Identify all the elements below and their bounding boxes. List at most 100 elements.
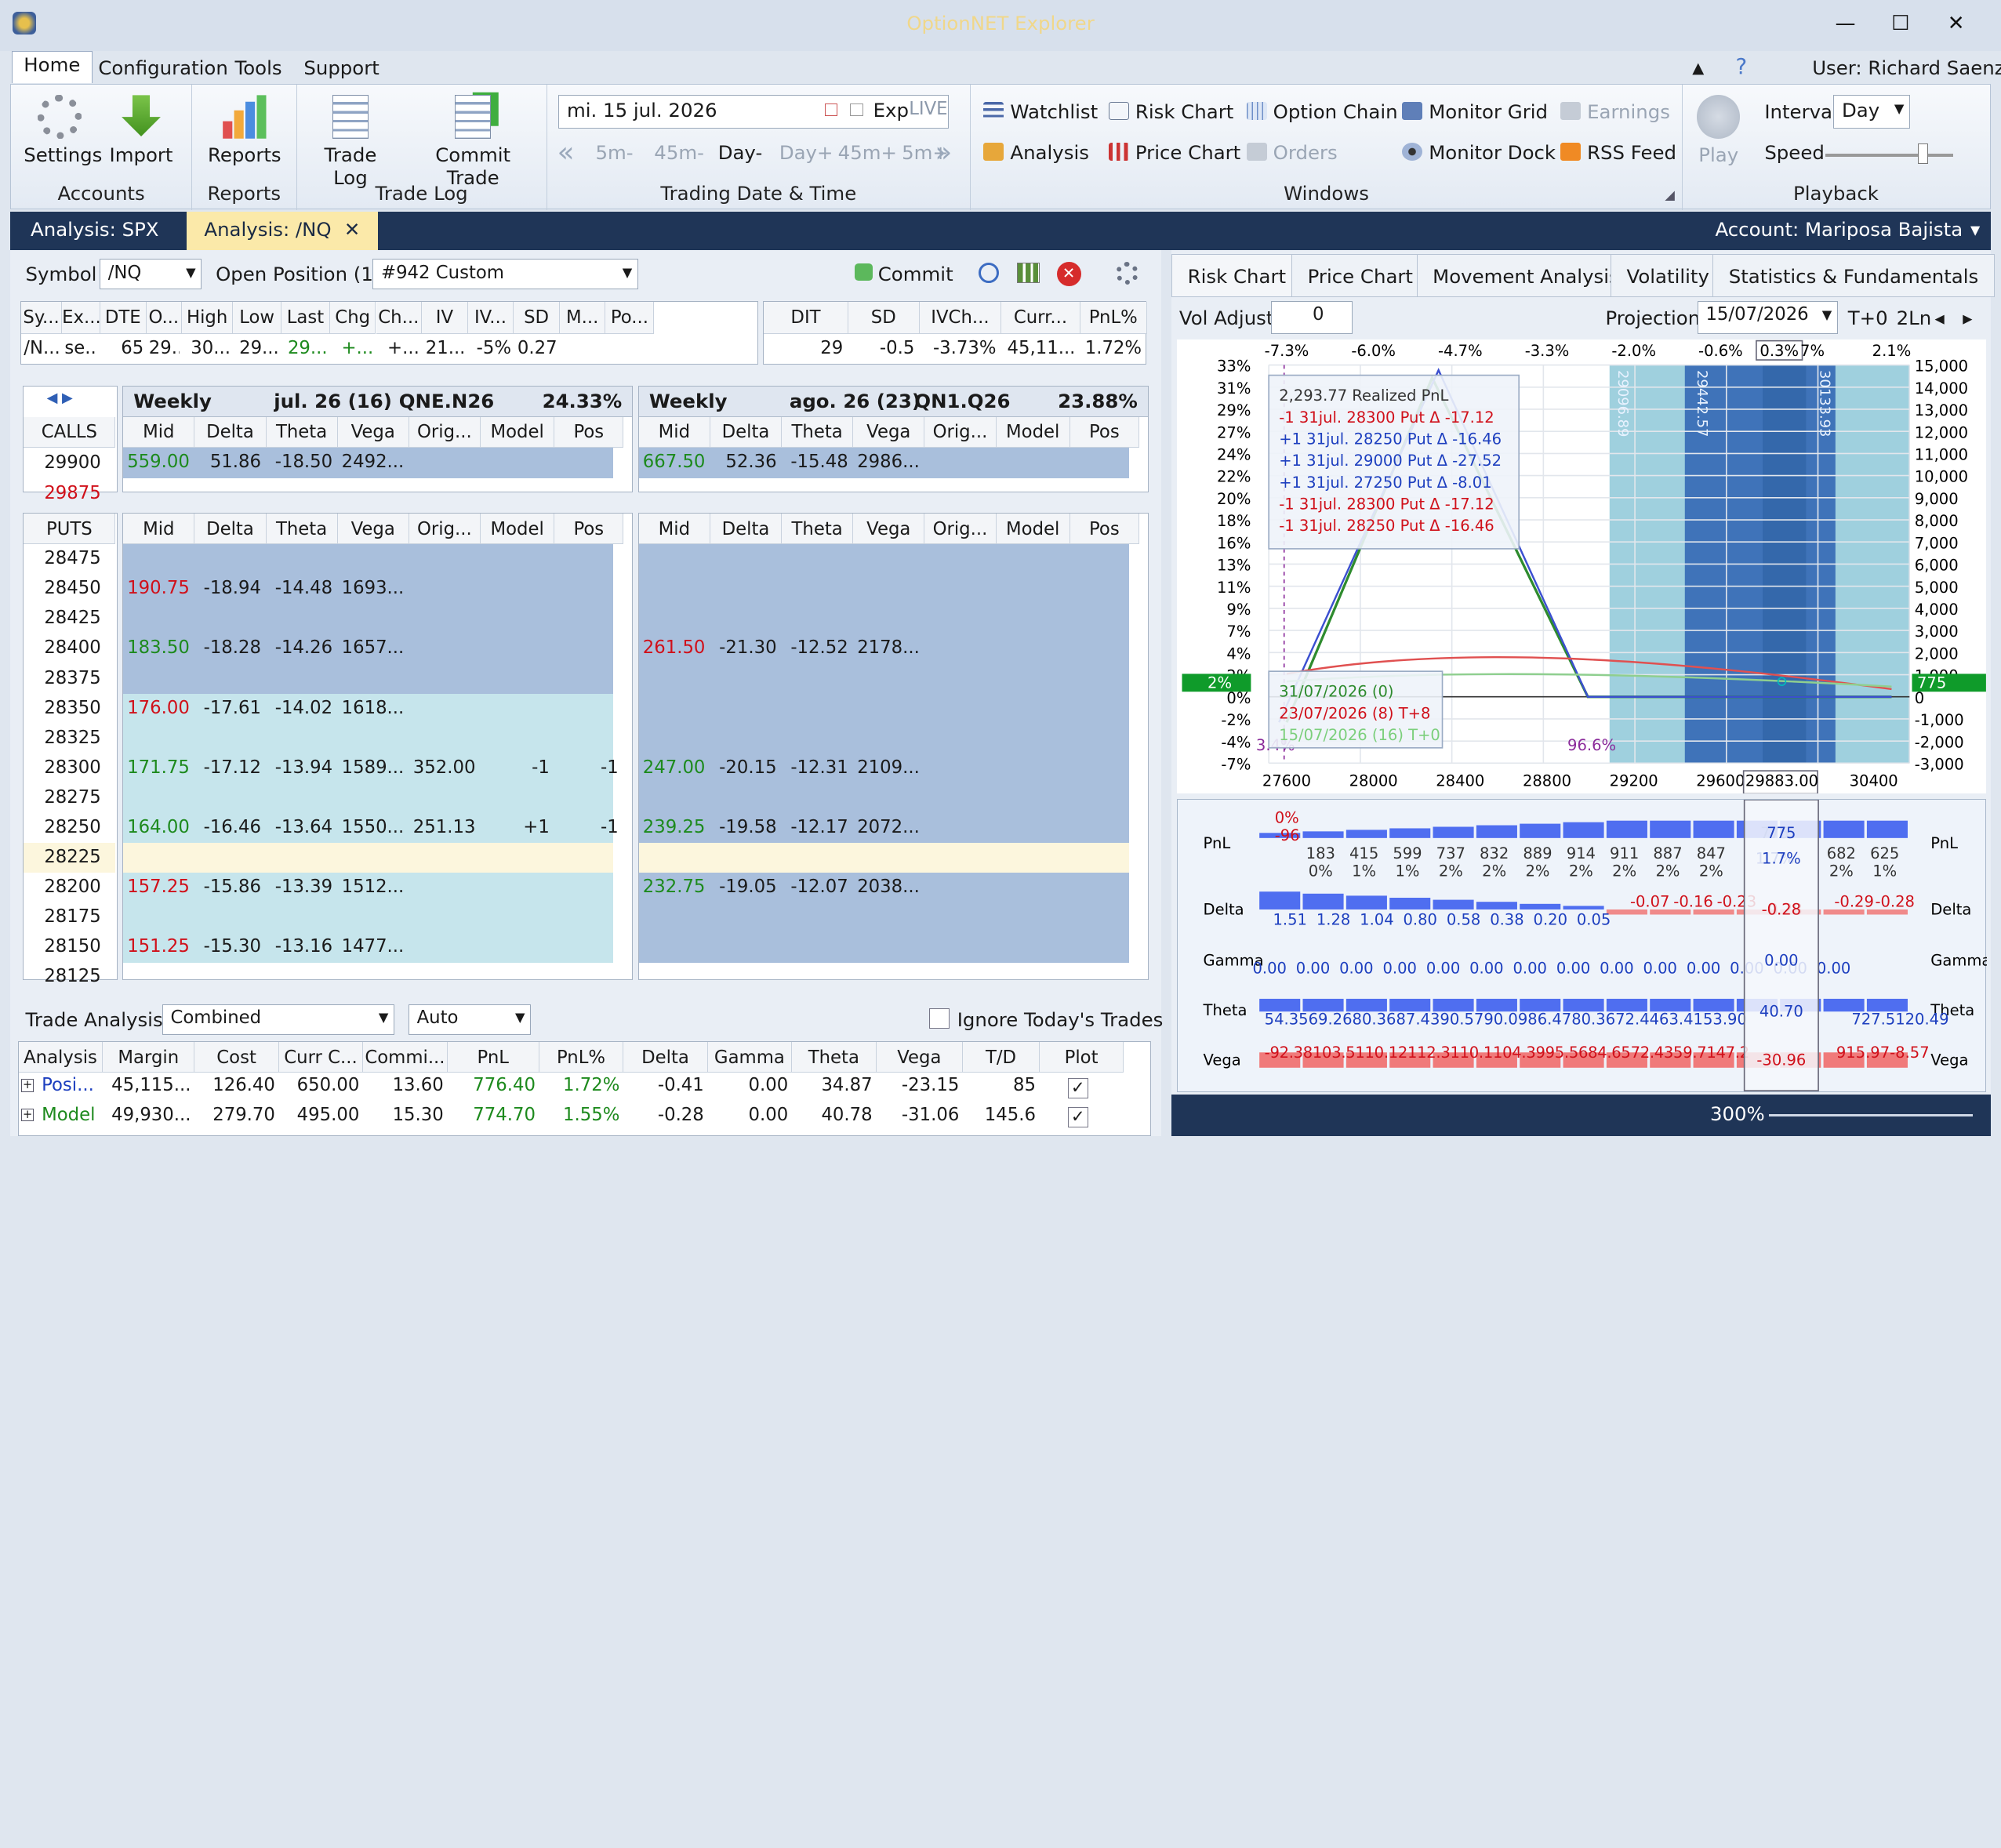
position-col-header[interactable]: PnL%	[1080, 302, 1147, 334]
strike-cell[interactable]: 28375	[44, 668, 100, 688]
trading-date-field[interactable]: mi. 15 jul. 2026 Exp LIVE	[558, 95, 950, 129]
option-row[interactable]	[638, 544, 1129, 575]
commit-trade-button[interactable]: Commit Trade	[407, 95, 539, 189]
strike-cell[interactable]: 28250	[44, 817, 100, 837]
quote-col-header[interactable]: M...	[559, 302, 606, 334]
step-back-icon[interactable]: «	[557, 136, 575, 169]
trade-analysis-col-header[interactable]: PnL	[447, 1042, 539, 1073]
menu-configuration[interactable]: Configuration	[98, 56, 228, 79]
settings-button[interactable]: Settings	[24, 95, 102, 166]
strike-cell[interactable]: 28300	[44, 757, 100, 778]
trade-log-button[interactable]: Trade Log	[304, 95, 396, 189]
position-col-header[interactable]: SD	[848, 302, 920, 334]
trade-analysis-col-header[interactable]: Margin	[103, 1042, 195, 1073]
option-row[interactable]	[123, 783, 614, 814]
tab-movement-analysis[interactable]: Movement Analysis	[1416, 253, 1636, 298]
step-forward-icon[interactable]: »	[935, 136, 952, 169]
option-col-header[interactable]: Pos	[554, 416, 624, 448]
ignore-trades-checkbox[interactable]	[928, 1008, 950, 1029]
tab-price-chart[interactable]: Price Chart	[1291, 253, 1429, 298]
strike-cell[interactable]: 28350	[44, 698, 100, 718]
auto-select[interactable]: Auto ▼	[408, 1004, 532, 1035]
option-col-header[interactable]: Mid	[638, 514, 710, 545]
close-window-button[interactable]: ✕	[1948, 12, 1965, 35]
option-col-header[interactable]: Pos	[1070, 416, 1139, 448]
quote-col-header[interactable]: High	[182, 302, 234, 334]
option-row[interactable]	[123, 604, 614, 634]
trade-analysis-col-header[interactable]: Analysis	[18, 1042, 104, 1073]
quote-col-header[interactable]: O...	[146, 302, 183, 334]
plot-checkbox[interactable]: ✓	[1067, 1077, 1088, 1098]
import-button[interactable]: Import	[108, 95, 175, 166]
plot-checkbox[interactable]: ✓	[1067, 1107, 1088, 1128]
option-col-header[interactable]: Delta	[710, 416, 783, 448]
price-chart-button[interactable]: Price Chart	[1108, 141, 1240, 164]
quote-col-header[interactable]: Sy...	[21, 302, 63, 334]
strike-cell[interactable]: 28200	[44, 877, 100, 897]
quote-col-header[interactable]: Low	[233, 302, 282, 334]
menu-support[interactable]: Support	[303, 56, 379, 79]
option-col-header[interactable]: Vega	[853, 416, 925, 448]
strike-cell[interactable]: 28175	[44, 906, 100, 927]
option-row[interactable]	[638, 932, 1129, 963]
option-row[interactable]	[638, 604, 1129, 634]
orders-button[interactable]: Orders	[1246, 141, 1338, 164]
option-col-header[interactable]: Orig...	[924, 514, 997, 545]
prev-arrow-icon[interactable]: ◂	[1934, 307, 1944, 329]
option-row[interactable]	[123, 544, 614, 575]
option-row[interactable]	[638, 723, 1129, 753]
tab-analysis-spx[interactable]: Analysis: SPX	[13, 212, 176, 250]
position-select[interactable]: #942 Custom ▼	[372, 259, 638, 290]
play-button[interactable]: Play	[1693, 95, 1744, 166]
option-col-header[interactable]: Theta	[266, 514, 338, 545]
tab-volatility[interactable]: Volatility	[1611, 253, 1726, 298]
vol-adjust-stepper[interactable]: 0	[1271, 301, 1353, 335]
strike-cell[interactable]: 28225	[44, 847, 100, 867]
step-day-back[interactable]: Day-	[718, 141, 763, 164]
trade-analysis-col-header[interactable]: Gamma	[707, 1042, 793, 1073]
strike-cell[interactable]: 29900	[44, 452, 100, 473]
strike-cell[interactable]: 28150	[44, 936, 100, 957]
option-col-header[interactable]: Model	[996, 514, 1070, 545]
watchlist-button[interactable]: Watchlist	[983, 100, 1098, 123]
quote-col-header[interactable]: Po...	[605, 302, 655, 334]
option-col-header[interactable]: Pos	[554, 514, 624, 545]
strike-cell[interactable]: 28400	[44, 637, 100, 658]
close-tab-icon[interactable]: ✕	[344, 218, 360, 241]
trade-analysis-col-header[interactable]: Vega	[876, 1042, 964, 1073]
option-col-header[interactable]: Vega	[853, 514, 925, 545]
strike-cell[interactable]: 28325	[44, 728, 100, 748]
monitor-dock-button[interactable]: Monitor Dock	[1402, 141, 1556, 164]
expand-row-icon[interactable]: +	[21, 1108, 34, 1121]
strike-cell[interactable]: 28475	[44, 548, 100, 568]
step-5m-back[interactable]: 5m-	[595, 141, 633, 164]
strike-cell[interactable]: 29875	[44, 483, 100, 503]
interval-select[interactable]: Day ▼	[1833, 95, 1910, 129]
reports-button[interactable]: Reports	[202, 95, 286, 166]
option-col-header[interactable]: Orig...	[409, 416, 481, 448]
account-dropdown-icon[interactable]: ▾	[1952, 212, 1998, 250]
risk-chart[interactable]: 33% 31% 29% 27% 24% 22% 20% 18% 16% 13% 11% 9% 7% 4% 2…	[1176, 339, 1986, 795]
position-col-header[interactable]: IVCh...	[919, 302, 1002, 334]
option-row[interactable]	[123, 843, 614, 873]
tab-analysis-nq[interactable]: Analysis: /NQ ✕	[186, 212, 379, 250]
quote-col-header[interactable]: SD	[514, 302, 560, 334]
option-row[interactable]	[638, 663, 1129, 694]
option-row[interactable]	[638, 783, 1129, 814]
strike-cell[interactable]: 28450	[44, 578, 100, 598]
option-col-header[interactable]: Theta	[782, 416, 854, 448]
option-col-header[interactable]: Mid	[123, 416, 195, 448]
option-col-header[interactable]: Orig...	[924, 416, 997, 448]
option-col-header[interactable]: Model	[996, 416, 1070, 448]
exp-toggle-icon[interactable]	[850, 103, 863, 117]
option-col-header[interactable]: Mid	[123, 514, 195, 545]
trade-analysis-col-header[interactable]: Commi...	[363, 1042, 448, 1073]
minimize-button[interactable]: —	[1835, 12, 1855, 35]
trade-analysis-col-header[interactable]: Theta	[792, 1042, 877, 1073]
analysis-mode-select[interactable]: Combined ▼	[162, 1004, 394, 1035]
next-arrow-icon[interactable]: ▸	[1963, 307, 1972, 329]
option-chain-button[interactable]: Option Chain	[1246, 100, 1398, 123]
columns-icon[interactable]	[1017, 263, 1040, 284]
remove-icon[interactable]: ✕	[1056, 261, 1081, 286]
option-row[interactable]	[123, 723, 614, 753]
